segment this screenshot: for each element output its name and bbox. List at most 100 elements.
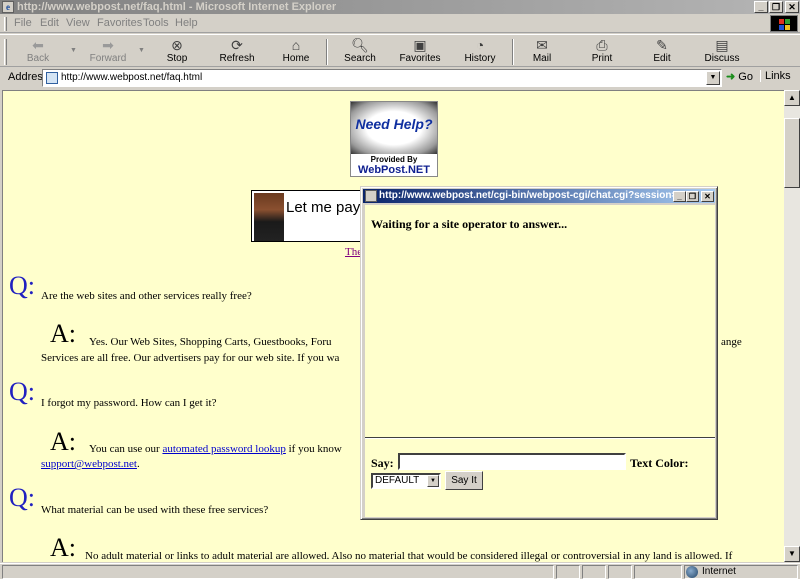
ie-page-icon <box>365 190 377 202</box>
chat-divider <box>365 437 715 439</box>
status-text-panel <box>2 565 554 579</box>
popup-minimize-button[interactable]: _ <box>673 191 686 202</box>
print-button[interactable]: ⎙ Print <box>584 37 620 67</box>
page-icon <box>46 72 58 84</box>
back-button[interactable]: ⬅ Back <box>18 37 58 67</box>
links-button[interactable]: Links <box>760 70 791 82</box>
question-2: I forgot my password. How can I get it? <box>41 397 217 409</box>
print-label: Print <box>591 53 613 64</box>
say-input[interactable] <box>398 453 626 470</box>
answer-2-suffix: if you know <box>285 443 342 455</box>
mail-button[interactable]: ✉ Mail <box>524 37 560 67</box>
say-label: Say: <box>371 456 394 470</box>
menu-file[interactable]: File <box>14 17 32 29</box>
search-button[interactable]: 🔍︎ Search <box>340 37 380 67</box>
popup-close-button[interactable]: ✕ <box>701 191 714 202</box>
webpost-brand-text: WebPost.NET <box>358 164 430 176</box>
forward-arrow-icon: ➡ <box>102 37 114 53</box>
answer-mark-2: A: <box>50 427 76 456</box>
scroll-up-icon[interactable]: ▲ <box>784 90 800 106</box>
edit-button[interactable]: ✎ Edit <box>644 37 680 67</box>
toolbar-separator <box>326 39 328 65</box>
popup-maximize-button[interactable]: ❐ <box>686 191 699 202</box>
refresh-label: Refresh <box>219 53 255 64</box>
answer-2-line1: You can use our automated password looku… <box>89 443 342 455</box>
minimize-button[interactable]: _ <box>754 1 768 13</box>
discuss-label: Discuss <box>704 53 740 64</box>
menu-tools[interactable]: Tools <box>143 17 169 29</box>
edit-page-icon: ✎ <box>656 37 668 53</box>
stop-label: Stop <box>166 53 188 64</box>
question-3: What material can be used with these fre… <box>41 504 269 516</box>
status-panel <box>556 565 580 579</box>
internet-globe-icon <box>686 566 698 578</box>
restore-button[interactable]: ❐ <box>769 1 783 13</box>
address-input[interactable]: http://www.webpost.net/faq.html ▼ <box>42 69 722 87</box>
question-mark-3: Q: <box>9 483 35 512</box>
text-color-select[interactable]: DEFAULT ▼ <box>371 473 441 489</box>
toolbar: ⬅ Back ▼ ➡ Forward ▼ ⊗ Stop ⟳ Refresh ⌂ … <box>0 34 800 67</box>
status-panel <box>582 565 606 579</box>
chat-status: Waiting for a site operator to answer... <box>371 217 568 231</box>
favorites-label: Favorites <box>399 53 441 64</box>
provided-by-text: Provided By <box>370 155 418 164</box>
search-icon: 🔍︎ <box>351 37 369 53</box>
page-scrollbar[interactable]: ▲ ▼ <box>784 90 800 562</box>
forward-dropdown-icon[interactable]: ▼ <box>138 47 145 54</box>
home-button[interactable]: ⌂ Home <box>278 37 314 67</box>
scroll-down-icon[interactable]: ▼ <box>784 546 800 562</box>
back-dropdown-icon[interactable]: ▼ <box>70 47 77 54</box>
security-zone-text: Internet <box>702 566 736 577</box>
question-mark-1: Q: <box>9 271 35 300</box>
stop-button[interactable]: ⊗ Stop <box>158 37 196 67</box>
ad-banner[interactable]: Let me pay <box>251 190 371 242</box>
answer-2-line2: support@webpost.net. <box>41 458 140 470</box>
favorites-button[interactable]: ▣ Favorites <box>398 37 442 67</box>
go-arrow-icon: ➜ <box>726 71 736 83</box>
refresh-icon: ⟳ <box>231 37 243 53</box>
printer-icon: ⎙ <box>596 37 608 53</box>
menubar-grip[interactable] <box>4 17 7 31</box>
toolbar-grip[interactable] <box>4 39 7 65</box>
window-titlebar: e http://www.webpost.net/faq.html - Micr… <box>0 0 800 14</box>
answer-1-line1-tail: ange <box>721 336 742 348</box>
menu-view[interactable]: View <box>66 17 90 29</box>
favorites-folder-icon: ▣ <box>413 37 427 53</box>
go-label: Go <box>738 71 753 83</box>
menu-help[interactable]: Help <box>175 17 198 29</box>
question-1: Are the web sites and other services rea… <box>41 290 252 302</box>
say-it-button[interactable]: Say It <box>445 471 483 490</box>
answer-2-line2-end: . <box>136 458 140 470</box>
go-button[interactable]: ➜ Go <box>726 70 753 83</box>
address-dropdown-icon[interactable]: ▼ <box>706 71 720 85</box>
chat-popup-titlebar[interactable]: http://www.webpost.net/cgi-bin/webpost-c… <box>363 189 715 203</box>
window-title: http://www.webpost.net/faq.html - Micros… <box>17 1 337 13</box>
answer-1-line1: Yes. Our Web Sites, Shopping Carts, Gues… <box>89 336 332 348</box>
menu-favorites[interactable]: Favorites <box>97 17 142 29</box>
discuss-button[interactable]: ▤ Discuss <box>702 37 742 67</box>
mail-icon: ✉ <box>536 37 548 53</box>
refresh-button[interactable]: ⟳ Refresh <box>216 37 258 67</box>
chat-popup-title: http://www.webpost.net/cgi-bin/webpost-c… <box>379 190 686 201</box>
chevron-down-icon[interactable]: ▼ <box>427 475 439 487</box>
status-bar: Internet <box>0 563 800 579</box>
close-button[interactable]: ✕ <box>785 1 799 13</box>
need-help-logo[interactable]: Need Help? Provided By WebPost.NET <box>350 101 438 177</box>
forward-button[interactable]: ➡ Forward <box>84 37 132 67</box>
address-bar: Address http://www.webpost.net/faq.html … <box>0 68 800 88</box>
password-lookup-link[interactable]: automated password lookup <box>162 443 285 455</box>
back-arrow-icon: ⬅ <box>32 37 44 53</box>
history-label: History <box>464 53 496 64</box>
text-color-value: DEFAULT <box>375 475 420 486</box>
edit-label: Edit <box>653 53 671 64</box>
ie-icon: e <box>2 1 14 13</box>
mail-label: Mail <box>532 53 552 64</box>
answer-mark-1: A: <box>50 319 76 348</box>
back-label: Back <box>26 53 50 64</box>
scroll-thumb[interactable] <box>784 118 800 188</box>
forward-label: Forward <box>89 53 127 64</box>
history-button[interactable]: ◔ History <box>460 37 500 67</box>
menu-edit[interactable]: Edit <box>40 17 59 29</box>
support-email-link[interactable]: support@webpost.net <box>41 458 137 470</box>
answer-2-prefix: You can use our <box>89 443 163 455</box>
